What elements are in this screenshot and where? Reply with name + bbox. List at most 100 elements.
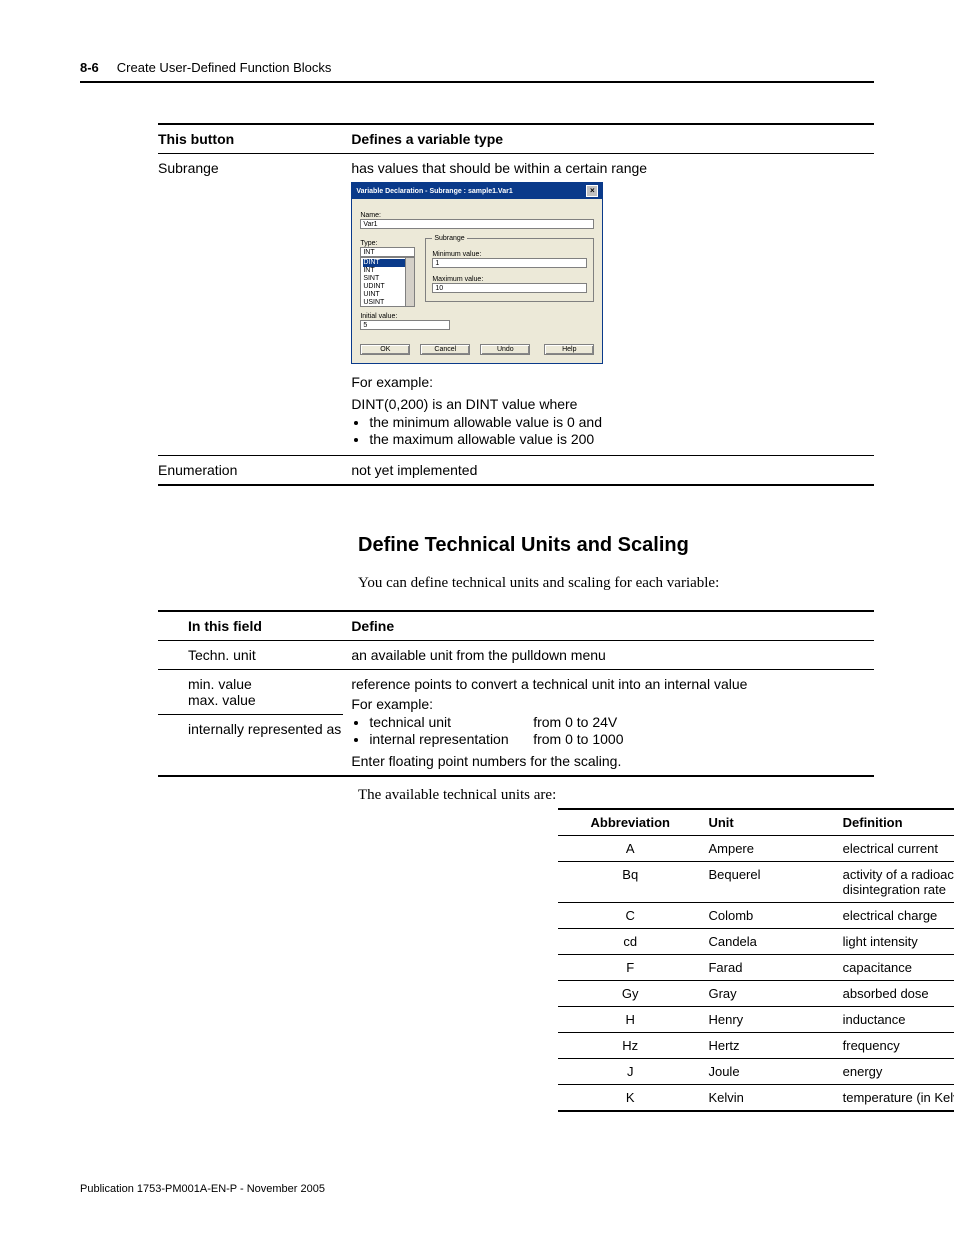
type-label: Type:	[360, 240, 415, 247]
col-header-defines: Defines a variable type	[351, 124, 874, 154]
fields-table: In this field Define Techn. unit an avai…	[158, 610, 874, 777]
scrollbar[interactable]	[405, 258, 414, 306]
type-list[interactable]: DINT INT SINT UDINT UINT USINT	[360, 257, 415, 307]
unit-abbr: Hz	[558, 1033, 702, 1059]
row-field-value: reference points to convert a technical …	[351, 676, 866, 692]
table-row: GyGrayabsorbed dose	[558, 981, 954, 1007]
unit-name: Kelvin	[702, 1085, 836, 1112]
unit-def: energy	[837, 1059, 954, 1085]
close-icon[interactable]: ×	[586, 185, 598, 197]
dialog-title: Variable Declaration - Subrange : sample…	[356, 188, 512, 195]
list-item[interactable]: SINT	[363, 275, 379, 282]
table-row: BqBequerelactivity of a radioactive sour…	[558, 862, 954, 903]
subrange-group: Subrange Minimum value: 1 Maximum value:…	[425, 235, 594, 302]
chapter-title: Create User-Defined Function Blocks	[117, 60, 332, 75]
table-row: KKelvintemperature (in Kelvin)	[558, 1085, 954, 1112]
row-field-value: an available unit from the pulldown menu	[351, 641, 874, 670]
example-text: DINT(0,200) is an DINT value where	[351, 396, 866, 412]
col-header-define: Define	[351, 611, 874, 641]
unit-abbr: A	[558, 836, 702, 862]
unit-name: Colomb	[702, 903, 836, 929]
help-button[interactable]: Help	[544, 344, 594, 355]
ok-button[interactable]: OK	[360, 344, 410, 355]
unit-abbr: cd	[558, 929, 702, 955]
unit-abbr: J	[558, 1059, 702, 1085]
list-item[interactable]: USINT	[363, 299, 384, 306]
unit-abbr: C	[558, 903, 702, 929]
row-button-name: Enumeration	[158, 456, 351, 486]
row-field-name: Techn. unit	[158, 641, 351, 670]
unit-def: electrical charge	[837, 903, 954, 929]
list-item[interactable]: UINT	[363, 291, 379, 298]
type-field[interactable]: INT	[360, 247, 415, 257]
example-lead: For example:	[351, 374, 866, 390]
min-field[interactable]: 1	[432, 258, 587, 268]
name-field[interactable]: Var1	[360, 219, 594, 229]
unit-name: Hertz	[702, 1033, 836, 1059]
table-row: cdCandelalight intensity	[558, 929, 954, 955]
unit-def: electrical current	[837, 836, 954, 862]
table-row: HHenryinductance	[558, 1007, 954, 1033]
undo-button[interactable]: Undo	[480, 344, 530, 355]
table-row: FFaradcapacitance	[558, 955, 954, 981]
page-header: 8-6 Create User-Defined Function Blocks	[80, 60, 874, 83]
unit-def: light intensity	[837, 929, 954, 955]
unit-name: Farad	[702, 955, 836, 981]
unit-abbr: F	[558, 955, 702, 981]
list-item[interactable]: UDINT	[363, 283, 384, 290]
unit-def: capacitance	[837, 955, 954, 981]
unit-abbr: K	[558, 1085, 702, 1112]
table-row: CColombelectrical charge	[558, 903, 954, 929]
units-table: Abbreviation Unit Definition AAmpereelec…	[558, 808, 954, 1112]
max-field[interactable]: 10	[432, 283, 587, 293]
col-header-definition: Definition	[837, 809, 954, 836]
col-header-abbreviation: Abbreviation	[558, 809, 702, 836]
units-intro: The available technical units are:	[358, 787, 874, 804]
init-field[interactable]: 5	[360, 320, 450, 330]
row-field-name: internally represented as	[188, 721, 343, 737]
max-label: Maximum value:	[432, 276, 587, 283]
table-row: HzHertzfrequency	[558, 1033, 954, 1059]
example-bullet: the minimum allowable value is 0 and	[369, 414, 866, 430]
section-heading: Define Technical Units and Scaling	[358, 534, 874, 557]
unit-abbr: H	[558, 1007, 702, 1033]
unit-def: temperature (in Kelvin)	[837, 1085, 954, 1112]
unit-name: Henry	[702, 1007, 836, 1033]
section-intro: You can define technical units and scali…	[358, 575, 874, 592]
publication-footer: Publication 1753-PM001A-EN-P - November …	[80, 1183, 325, 1195]
min-label: Minimum value:	[432, 251, 587, 258]
subrange-legend: Subrange	[432, 235, 466, 242]
unit-def: absorbed dose	[837, 981, 954, 1007]
unit-name: Ampere	[702, 836, 836, 862]
row-definition: not yet implemented	[351, 456, 874, 486]
example-lead: For example:	[351, 696, 866, 712]
col-header-field: In this field	[158, 611, 351, 641]
page-number: 8-6	[80, 60, 99, 75]
variable-type-table: This button Defines a variable type Subr…	[158, 123, 874, 486]
name-label: Name:	[360, 212, 594, 219]
col-header-button: This button	[158, 124, 351, 154]
unit-name: Gray	[702, 981, 836, 1007]
row-field-name: min. value	[188, 676, 343, 692]
table-row: JJouleenergy	[558, 1059, 954, 1085]
unit-abbr: Gy	[558, 981, 702, 1007]
row-field-name: max. value	[188, 692, 343, 708]
unit-name: Joule	[702, 1059, 836, 1085]
init-label: Initial value:	[360, 313, 594, 320]
variable-declaration-dialog: Variable Declaration - Subrange : sample…	[351, 182, 603, 364]
row-button-name: Subrange	[158, 154, 351, 456]
unit-name: Candela	[702, 929, 836, 955]
unit-abbr: Bq	[558, 862, 702, 903]
row-definition: has values that should be within a certa…	[351, 160, 866, 176]
table-row: AAmpereelectrical current	[558, 836, 954, 862]
unit-name: Bequerel	[702, 862, 836, 903]
cancel-button[interactable]: Cancel	[420, 344, 470, 355]
example-bullet: the maximum allowable value is 200	[369, 431, 866, 447]
example-bullet: internal representation from 0 to 1000	[369, 731, 866, 747]
example-bullet: technical unit from 0 to 24V	[369, 714, 866, 730]
unit-def: frequency	[837, 1033, 954, 1059]
col-header-unit: Unit	[702, 809, 836, 836]
list-item[interactable]: INT	[363, 267, 374, 274]
unit-def: inductance	[837, 1007, 954, 1033]
row-field-value: Enter floating point numbers for the sca…	[351, 753, 866, 769]
